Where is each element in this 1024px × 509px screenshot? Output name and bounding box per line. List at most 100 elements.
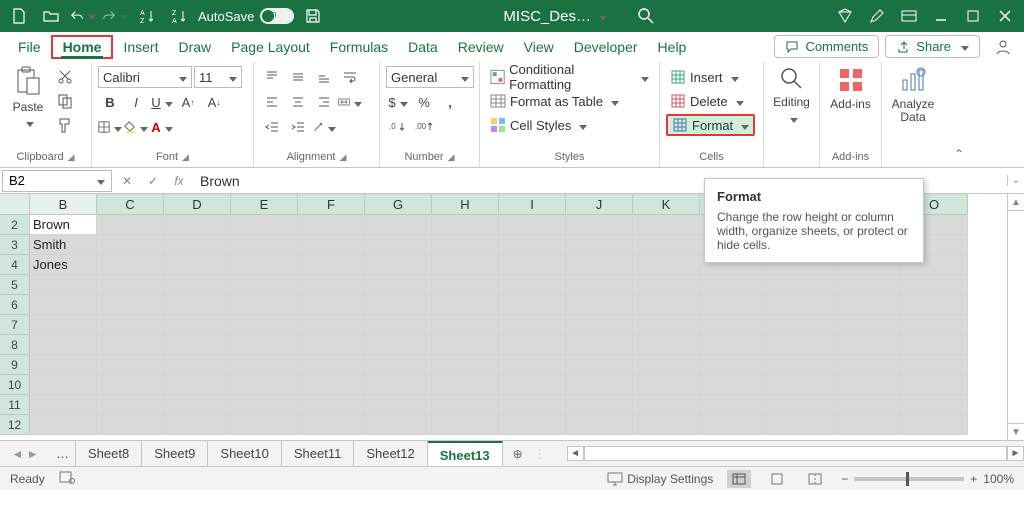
cell[interactable] — [566, 255, 633, 275]
fill-color-button[interactable] — [124, 116, 148, 138]
undo-icon[interactable] — [70, 3, 96, 29]
cell[interactable] — [700, 375, 767, 395]
cell[interactable] — [767, 355, 834, 375]
search-icon[interactable] — [637, 7, 655, 25]
row-header[interactable]: 10 — [0, 375, 30, 395]
cell[interactable] — [633, 375, 700, 395]
horizontal-scrollbar[interactable]: ◄► — [567, 446, 1024, 461]
increase-indent-icon[interactable] — [286, 116, 310, 138]
cell[interactable] — [901, 315, 968, 335]
decrease-font-icon[interactable]: A↓ — [202, 91, 226, 113]
decrease-indent-icon[interactable] — [260, 116, 284, 138]
new-file-icon[interactable] — [6, 3, 32, 29]
insert-cells-button[interactable]: Insert — [666, 66, 743, 88]
tab-view[interactable]: View — [514, 35, 564, 59]
row-header[interactable]: 9 — [0, 355, 30, 375]
underline-button[interactable]: U — [150, 91, 174, 113]
autosave-switch[interactable]: On — [260, 8, 294, 24]
cell[interactable] — [164, 375, 231, 395]
cell[interactable] — [298, 335, 365, 355]
cell[interactable] — [164, 315, 231, 335]
cell[interactable] — [767, 335, 834, 355]
cell[interactable] — [97, 295, 164, 315]
cell[interactable] — [633, 235, 700, 255]
cell[interactable] — [700, 315, 767, 335]
sort-az-icon[interactable]: AZ — [134, 3, 160, 29]
column-header[interactable]: G — [365, 194, 432, 215]
increase-font-icon[interactable]: A↑ — [176, 91, 200, 113]
cell[interactable] — [97, 335, 164, 355]
cell[interactable] — [365, 395, 432, 415]
diamond-icon[interactable] — [832, 3, 858, 29]
font-color-button[interactable]: A — [150, 116, 174, 138]
sheet-tab[interactable]: Sheet13 — [428, 441, 503, 466]
align-top-icon[interactable] — [260, 66, 284, 88]
cell[interactable] — [231, 335, 298, 355]
cell[interactable]: Jones — [30, 255, 97, 275]
cell[interactable] — [30, 395, 97, 415]
cell[interactable] — [30, 335, 97, 355]
tab-home[interactable]: Home — [51, 35, 114, 59]
font-name-combo[interactable]: Calibri — [98, 66, 192, 88]
sheet-tab[interactable]: Sheet8 — [76, 441, 142, 466]
cell[interactable] — [298, 295, 365, 315]
fx-icon[interactable]: fx — [166, 170, 192, 192]
row-header[interactable]: 4 — [0, 255, 30, 275]
cell[interactable] — [365, 415, 432, 435]
comma-format-icon[interactable]: , — [438, 91, 462, 113]
tab-help[interactable]: Help — [648, 35, 697, 59]
cell[interactable] — [97, 275, 164, 295]
row-header[interactable]: 8 — [0, 335, 30, 355]
pen-icon[interactable] — [864, 3, 890, 29]
cell[interactable] — [432, 255, 499, 275]
ribbon-mode-icon[interactable] — [896, 3, 922, 29]
tab-file[interactable]: File — [8, 35, 51, 59]
cell[interactable] — [231, 255, 298, 275]
macro-record-icon[interactable] — [59, 470, 75, 487]
cell-styles-button[interactable]: Cell Styles — [486, 114, 591, 136]
cell[interactable] — [365, 355, 432, 375]
column-header[interactable]: F — [298, 194, 365, 215]
redo-icon[interactable] — [102, 3, 128, 29]
cell[interactable] — [30, 295, 97, 315]
border-button[interactable] — [98, 116, 122, 138]
sheet-tab[interactable]: Sheet9 — [142, 441, 208, 466]
column-header[interactable]: E — [231, 194, 298, 215]
enter-formula-icon[interactable]: ✓ — [140, 170, 166, 192]
cell[interactable] — [432, 235, 499, 255]
cell[interactable] — [499, 315, 566, 335]
cell[interactable] — [432, 275, 499, 295]
percent-format-icon[interactable]: % — [412, 91, 436, 113]
vertical-scrollbar[interactable]: ▲ ▼ — [1007, 194, 1024, 440]
cell[interactable] — [298, 315, 365, 335]
cell[interactable] — [566, 315, 633, 335]
tab-draw[interactable]: Draw — [168, 35, 221, 59]
cell[interactable] — [298, 235, 365, 255]
tab-data[interactable]: Data — [398, 35, 448, 59]
cell[interactable] — [901, 415, 968, 435]
cell[interactable] — [499, 355, 566, 375]
open-file-icon[interactable] — [38, 3, 64, 29]
collapse-ribbon-icon[interactable]: ⌃ — [954, 147, 964, 161]
bold-button[interactable]: B — [98, 91, 122, 113]
cell[interactable] — [231, 235, 298, 255]
zoom-in-button[interactable]: + — [970, 472, 977, 486]
cell[interactable] — [30, 275, 97, 295]
cell[interactable] — [499, 415, 566, 435]
cell[interactable] — [901, 395, 968, 415]
cell[interactable] — [432, 395, 499, 415]
column-header[interactable]: I — [499, 194, 566, 215]
column-header[interactable]: J — [566, 194, 633, 215]
row-header[interactable]: 12 — [0, 415, 30, 435]
copy-icon[interactable] — [54, 90, 76, 112]
cell[interactable] — [901, 335, 968, 355]
cell[interactable] — [566, 235, 633, 255]
cell[interactable] — [164, 295, 231, 315]
cell[interactable] — [97, 215, 164, 235]
orientation-icon[interactable] — [312, 116, 336, 138]
cell[interactable] — [365, 375, 432, 395]
italic-button[interactable]: I — [124, 91, 148, 113]
cell[interactable] — [231, 315, 298, 335]
close-icon[interactable] — [992, 3, 1018, 29]
cell[interactable] — [298, 275, 365, 295]
